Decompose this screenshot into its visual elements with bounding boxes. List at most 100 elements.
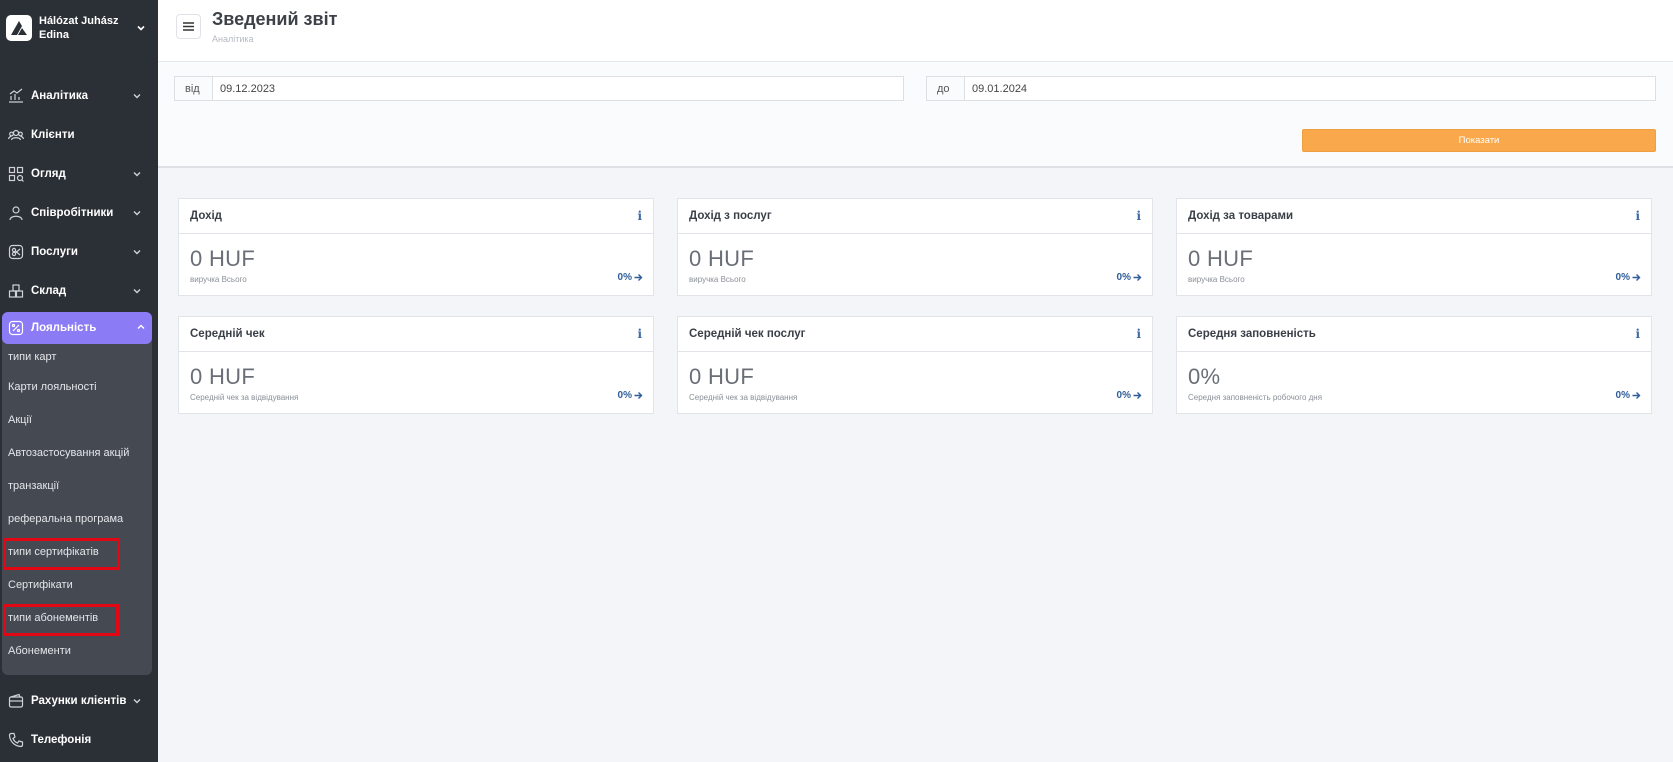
info-icon[interactable]: i: [637, 327, 642, 341]
arrow-right-icon: [1133, 392, 1142, 399]
nav-item-warehouse[interactable]: Склад: [0, 271, 158, 310]
sub-item-referral[interactable]: реферальна програма: [2, 502, 152, 535]
card-value: 0 HUF: [190, 364, 256, 389]
nav-item-analytics[interactable]: Аналітика: [0, 76, 158, 115]
nav-item-telephony[interactable]: Телефонія: [0, 720, 158, 759]
card-header: Середня заповненість i: [1177, 317, 1651, 352]
card-change-value: 0%: [1615, 390, 1630, 401]
card-header: Дохід за товарами i: [1177, 199, 1651, 234]
arrow-right-icon: [634, 392, 643, 399]
chevron-down-icon: [132, 247, 142, 257]
card-change-value: 0%: [1116, 272, 1131, 283]
nav-item-overview[interactable]: Огляд: [0, 154, 158, 193]
nav-label: Лояльність: [31, 322, 97, 334]
stat-card-average-occupancy: Середня заповненість i 0% Середня заповн…: [1176, 316, 1652, 414]
sub-item-loyalty-cards[interactable]: Карти лояльності: [2, 370, 152, 403]
card-subtitle: виручка Всього: [1188, 275, 1245, 284]
stat-card-service-revenue: Дохід з послуг i 0 HUF виручка Всього 0%: [677, 198, 1153, 296]
card-header: Середній чек послуг i: [678, 317, 1152, 352]
main-content: Зведений звіт Аналітика від 09.12.2023 д…: [158, 0, 1673, 762]
wallet-icon: [8, 693, 24, 709]
card-subtitle: виручка Всього: [689, 275, 746, 284]
card-value: 0 HUF: [190, 246, 256, 271]
card-change-value: 0%: [1615, 272, 1630, 283]
nav-item-services[interactable]: Послуги: [0, 232, 158, 271]
info-icon[interactable]: i: [637, 209, 642, 223]
card-change-link[interactable]: 0%: [1117, 390, 1142, 401]
card-header: Середній чек i: [179, 317, 653, 352]
sub-item-subscriptions[interactable]: Абонементи: [2, 634, 152, 667]
card-subtitle: Середній чек за відвідування: [190, 393, 299, 402]
sub-item-certificates[interactable]: Сертифікати: [2, 568, 152, 601]
card-value: 0 HUF: [689, 246, 755, 271]
card-change-link[interactable]: 0%: [1616, 272, 1641, 283]
date-from-field: від 09.12.2023: [174, 76, 904, 101]
sidebar: Hálózat Juhász Edina Аналітика Клієнти О…: [0, 0, 158, 762]
show-button[interactable]: Показати: [1302, 129, 1656, 152]
card-change-value: 0%: [617, 272, 632, 283]
card-header: Дохід з послуг i: [678, 199, 1152, 234]
phone-icon: [8, 732, 24, 748]
nav-label: Телефонія: [31, 733, 92, 746]
card-change-link[interactable]: 0%: [618, 272, 643, 283]
card-value: 0 HUF: [1188, 246, 1254, 271]
account-switcher[interactable]: Hálózat Juhász Edina: [0, 0, 158, 56]
card-subtitle: Середній чек за відвідування: [689, 393, 798, 402]
breadcrumb: Аналітика: [212, 34, 254, 44]
info-icon[interactable]: i: [1136, 209, 1141, 223]
card-value: 0 HUF: [689, 364, 755, 389]
card-change-link[interactable]: 0%: [1616, 390, 1641, 401]
nav-item-client-accounts[interactable]: Рахунки клієнтів: [0, 681, 158, 720]
card-value: 0%: [1188, 364, 1221, 389]
card-title: Середній чек послуг: [689, 328, 806, 340]
card-change-link[interactable]: 0%: [618, 390, 643, 401]
nav-label: Послуги: [31, 245, 78, 258]
top-bar: Зведений звіт Аналітика: [158, 0, 1673, 62]
card-title: Середній чек: [190, 328, 265, 340]
sub-item-auto-promotions[interactable]: Автозастосування акцій: [2, 436, 152, 469]
menu-toggle-button[interactable]: [176, 14, 201, 39]
card-title: Дохід з послуг: [689, 210, 772, 222]
sub-item-transactions[interactable]: транзакції: [2, 469, 152, 502]
chevron-down-icon: [132, 286, 142, 296]
stat-card-revenue: Дохід i 0 HUF виручка Всього 0%: [178, 198, 654, 296]
sub-item-promotions[interactable]: Акції: [2, 403, 152, 436]
date-from-input[interactable]: 09.12.2023: [213, 77, 903, 100]
date-filter-panel: від 09.12.2023 до 09.01.2024 Показати: [158, 62, 1673, 168]
card-header: Дохід i: [179, 199, 653, 234]
nav-item-loyalty[interactable]: Лояльність: [2, 312, 152, 344]
nav-item-employees[interactable]: Співробітники: [0, 193, 158, 232]
warehouse-icon: [8, 283, 24, 299]
main-nav: Аналітика Клієнти Огляд Співробітники По…: [0, 76, 158, 759]
chevron-down-icon: [132, 696, 142, 706]
nav-label: Склад: [31, 284, 67, 297]
chevron-down-icon: [132, 169, 142, 179]
info-icon[interactable]: i: [1635, 327, 1640, 341]
stat-card-goods-revenue: Дохід за товарами i 0 HUF виручка Всього…: [1176, 198, 1652, 296]
arrow-right-icon: [634, 274, 643, 281]
sub-item-subscription-types[interactable]: типи абонементів: [2, 601, 152, 636]
overview-icon: [8, 166, 24, 182]
card-title: Дохід за товарами: [1188, 210, 1294, 222]
loyalty-group: Лояльність типи карт Карти лояльності Ак…: [2, 312, 152, 675]
date-from-label: від: [175, 77, 213, 100]
chevron-down-icon: [132, 91, 142, 101]
sub-item-certificate-types[interactable]: типи сертифікатів: [2, 535, 152, 570]
nav-label: Рахунки клієнтів: [31, 694, 127, 707]
date-to-input[interactable]: 09.01.2024: [965, 77, 1655, 100]
card-change-link[interactable]: 0%: [1117, 272, 1142, 283]
info-icon[interactable]: i: [1635, 209, 1640, 223]
sub-item-card-types[interactable]: типи карт: [2, 344, 152, 370]
brand-logo-icon: [6, 15, 32, 41]
analytics-icon: [8, 88, 24, 104]
nav-label: Співробітники: [31, 206, 114, 219]
chevron-down-icon[interactable]: [136, 23, 146, 33]
date-to-label: до: [927, 77, 965, 100]
info-icon[interactable]: i: [1136, 327, 1141, 341]
chevron-up-icon: [136, 319, 146, 337]
stat-card-average-check: Середній чек i 0 HUF Середній чек за від…: [178, 316, 654, 414]
card-change-value: 0%: [617, 390, 632, 401]
stat-card-average-service-check: Середній чек послуг i 0 HUF Середній чек…: [677, 316, 1153, 414]
date-to-field: до 09.01.2024: [926, 76, 1656, 101]
nav-item-clients[interactable]: Клієнти: [0, 115, 158, 154]
